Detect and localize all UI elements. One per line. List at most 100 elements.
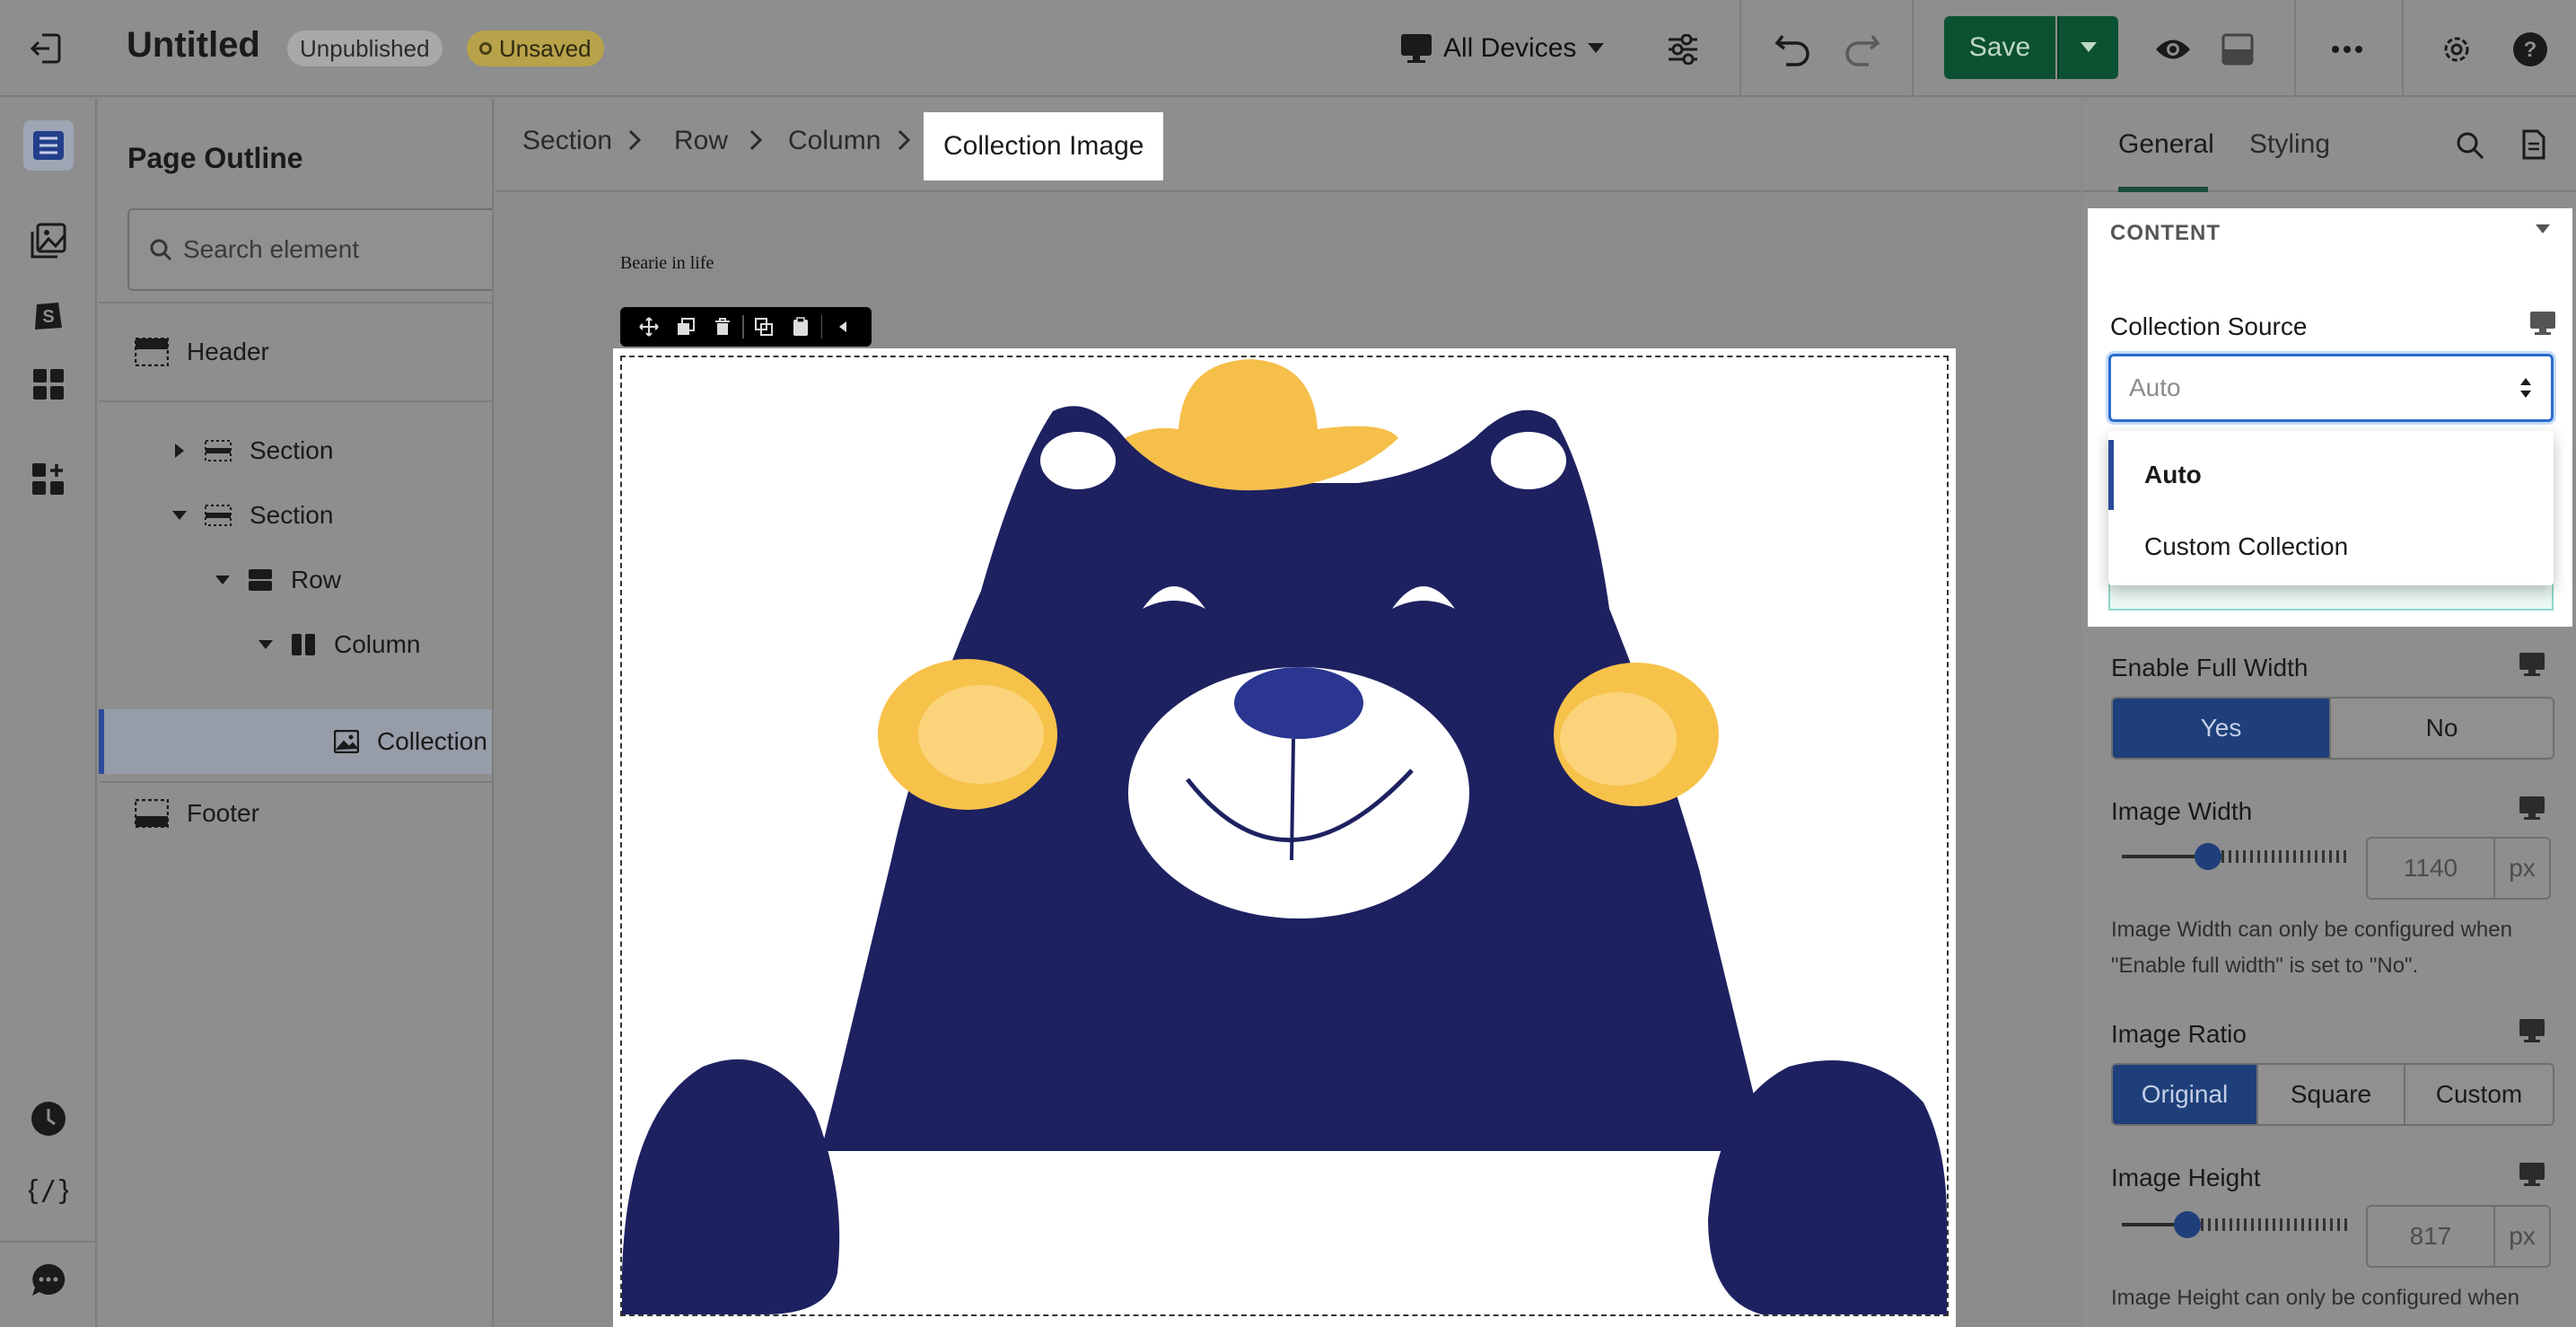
chevron-right-icon bbox=[749, 129, 763, 155]
paste-icon[interactable] bbox=[783, 307, 819, 347]
ratio-original[interactable]: Original bbox=[2113, 1065, 2258, 1124]
device-label: All Devices bbox=[1443, 33, 1577, 63]
ratio-square[interactable]: Square bbox=[2258, 1065, 2405, 1124]
topbar-divider bbox=[1739, 0, 1741, 97]
unsaved-label: Unsaved bbox=[499, 34, 591, 62]
copy-icon[interactable] bbox=[746, 307, 783, 347]
sliders-icon[interactable] bbox=[1660, 27, 1705, 72]
save-button[interactable]: Save bbox=[1944, 16, 2055, 79]
desktop-icon[interactable] bbox=[2519, 1018, 2545, 1048]
option-custom-collection[interactable]: Custom Collection bbox=[2108, 512, 2554, 582]
svg-text:{/}: {/} bbox=[29, 1175, 68, 1207]
ratio-custom[interactable]: Custom bbox=[2405, 1065, 2553, 1124]
image-width-value[interactable]: 1140 bbox=[2368, 839, 2495, 898]
caret-down-icon[interactable] bbox=[2535, 223, 2551, 239]
caret-down-icon[interactable] bbox=[257, 639, 275, 650]
caret-down-icon[interactable] bbox=[171, 510, 188, 521]
selected-option-indicator bbox=[2108, 440, 2114, 510]
document-icon[interactable] bbox=[2522, 129, 2545, 164]
collection-source-value: Auto bbox=[2129, 373, 2181, 401]
caret-right-icon[interactable] bbox=[171, 443, 188, 459]
active-tab-indicator bbox=[2118, 187, 2208, 192]
search-icon[interactable] bbox=[2456, 131, 2484, 164]
outline-item-column[interactable]: Column bbox=[257, 618, 420, 672]
full-width-label: Enable Full Width bbox=[2111, 654, 2309, 681]
layout-icon[interactable] bbox=[2215, 27, 2260, 72]
image-library-icon[interactable] bbox=[23, 215, 74, 266]
tab-general[interactable]: General bbox=[2118, 129, 2214, 160]
desktop-icon[interactable] bbox=[2529, 311, 2556, 340]
breadcrumb-current[interactable]: Collection Image bbox=[924, 112, 1164, 180]
save-options-button[interactable] bbox=[2057, 16, 2118, 79]
outline-item-section[interactable]: Section bbox=[171, 424, 333, 478]
outline-list-icon[interactable] bbox=[23, 120, 74, 171]
outline-item-footer[interactable]: Footer bbox=[135, 781, 259, 846]
unsaved-dot-icon bbox=[479, 42, 492, 55]
svg-text:S: S bbox=[42, 307, 54, 327]
breadcrumb-section[interactable]: Section bbox=[522, 126, 612, 156]
outline-item-header[interactable]: Header bbox=[135, 325, 269, 379]
toolbar-divider bbox=[742, 315, 745, 338]
settings-tabs: General Styling bbox=[2082, 99, 2576, 192]
collapse-left-icon[interactable] bbox=[824, 307, 861, 347]
collection-image-content bbox=[620, 356, 1949, 1316]
outline-item-section[interactable]: Section bbox=[171, 488, 333, 542]
full-width-no[interactable]: No bbox=[2331, 699, 2553, 758]
eye-icon[interactable] bbox=[2151, 27, 2195, 72]
caret-down-icon bbox=[2081, 42, 2097, 52]
rail-divider bbox=[0, 1241, 97, 1243]
history-clock-icon[interactable] bbox=[23, 1094, 74, 1144]
toolbar-divider bbox=[820, 315, 823, 338]
bear-illustration bbox=[622, 357, 1947, 1314]
add-element-icon[interactable] bbox=[23, 454, 74, 505]
canvas-heading-text[interactable]: Bearie in life bbox=[620, 253, 714, 274]
undo-icon[interactable] bbox=[1770, 25, 1817, 72]
column-icon bbox=[291, 633, 316, 656]
desktop-icon bbox=[1401, 34, 1432, 63]
more-icon[interactable] bbox=[2325, 27, 2370, 72]
outline-search bbox=[127, 208, 492, 291]
gear-icon[interactable] bbox=[2434, 27, 2479, 72]
header-block-icon bbox=[135, 338, 169, 366]
shopify-icon[interactable]: S bbox=[23, 287, 74, 338]
duplicate-icon[interactable] bbox=[668, 307, 705, 347]
collection-image[interactable] bbox=[613, 348, 1956, 1327]
help-icon[interactable]: ? bbox=[2508, 27, 2553, 72]
option-auto[interactable]: Auto bbox=[2108, 440, 2554, 510]
move-icon[interactable] bbox=[631, 307, 668, 347]
image-width-input[interactable]: 1140 px bbox=[2366, 837, 2551, 900]
chat-icon[interactable] bbox=[23, 1255, 74, 1305]
image-height-value[interactable]: 817 bbox=[2368, 1207, 2495, 1266]
topbar-divider bbox=[2402, 0, 2404, 97]
collection-source-select[interactable]: Auto bbox=[2108, 354, 2554, 422]
image-width-slider[interactable] bbox=[2122, 843, 2348, 870]
section-icon bbox=[205, 505, 232, 526]
desktop-icon[interactable] bbox=[2519, 1162, 2545, 1191]
slider-ticks bbox=[2221, 850, 2348, 863]
outline-divider bbox=[99, 400, 492, 402]
slider-ticks bbox=[2201, 1218, 2348, 1231]
slider-handle[interactable] bbox=[2195, 843, 2221, 870]
delete-icon[interactable] bbox=[705, 307, 741, 347]
tab-styling[interactable]: Styling bbox=[2249, 129, 2330, 160]
templates-grid-icon[interactable] bbox=[23, 359, 74, 409]
outline-item-collection-image[interactable]: Collection Image bbox=[334, 715, 492, 769]
code-icon[interactable]: {/} bbox=[23, 1165, 74, 1216]
breadcrumb-row[interactable]: Row bbox=[674, 126, 728, 156]
image-height-input[interactable]: 817 px bbox=[2366, 1205, 2551, 1268]
outline-item-row[interactable]: Row bbox=[214, 553, 341, 607]
image-height-slider[interactable] bbox=[2122, 1211, 2348, 1238]
desktop-icon[interactable] bbox=[2519, 652, 2545, 681]
device-select[interactable]: All Devices bbox=[1400, 27, 1605, 70]
redo-icon[interactable] bbox=[1838, 25, 1885, 72]
caret-down-icon[interactable] bbox=[214, 575, 232, 585]
image-ratio-toggle: Original Square Custom bbox=[2111, 1063, 2554, 1126]
search-element-input[interactable] bbox=[183, 235, 488, 264]
select-arrows-icon bbox=[2519, 376, 2533, 406]
breadcrumb-column[interactable]: Column bbox=[788, 126, 881, 156]
desktop-icon[interactable] bbox=[2519, 795, 2545, 825]
slider-handle[interactable] bbox=[2174, 1211, 2201, 1238]
svg-text:?: ? bbox=[2524, 38, 2537, 62]
full-width-yes[interactable]: Yes bbox=[2113, 699, 2332, 758]
exit-icon[interactable] bbox=[25, 27, 68, 70]
